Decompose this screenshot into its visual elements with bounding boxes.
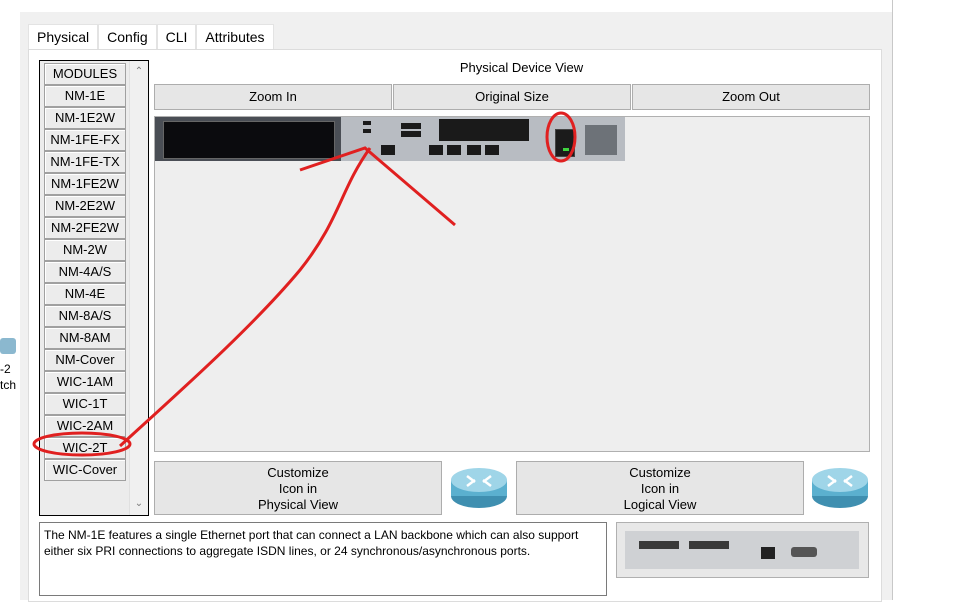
module-item[interactable]: WIC-2T <box>44 437 126 459</box>
tab-physical[interactable]: Physical <box>28 24 99 51</box>
chevron-down-icon[interactable]: ⌄ <box>134 499 144 509</box>
tab-cli[interactable]: CLI <box>156 24 197 49</box>
console-port <box>467 145 481 155</box>
ethernet-port <box>761 547 775 559</box>
customize-physical-line1: Customize <box>267 465 329 480</box>
wic-slot-large[interactable] <box>439 119 529 141</box>
device-label-line2: tch <box>0 378 17 392</box>
device-label-line1: -2 <box>0 362 11 376</box>
module-item[interactable]: NM-Cover <box>44 349 126 371</box>
router-icon <box>809 462 871 512</box>
aux-port <box>485 145 499 155</box>
module-item[interactable]: NM-1E2W <box>44 107 126 129</box>
module-item[interactable]: WIC-2AM <box>44 415 126 437</box>
serial-port <box>401 131 421 137</box>
module-preview-image <box>616 522 869 578</box>
module-item[interactable]: NM-8A/S <box>44 305 126 327</box>
modules-header[interactable]: MODULES <box>44 63 126 85</box>
module-item[interactable]: NM-2E2W <box>44 195 126 217</box>
module-slot <box>639 541 679 549</box>
customize-physical-line3: Physical View <box>258 497 338 512</box>
wic-slot[interactable] <box>363 129 371 133</box>
module-item[interactable]: NM-4A/S <box>44 261 126 283</box>
tab-bar: Physical Config CLI Attributes <box>28 24 274 51</box>
module-item[interactable]: NM-4E <box>44 283 126 305</box>
modules-scrollbar[interactable]: ⌃ ⌄ <box>129 61 148 515</box>
customize-physical-line2: Icon in <box>278 481 318 496</box>
router-icon <box>449 462 509 512</box>
physical-device-view-title: Physical Device View <box>459 60 584 75</box>
module-item[interactable]: WIC-1AM <box>44 371 126 393</box>
device-canvas <box>154 116 870 452</box>
customize-logical-line1: Customize <box>629 465 691 480</box>
module-item[interactable]: NM-2FE2W <box>44 217 126 239</box>
router-config-window: Physical Config CLI Attributes MODULES N… <box>20 0 893 602</box>
module-item[interactable]: NM-1FE2W <box>44 173 126 195</box>
tab-attributes[interactable]: Attributes <box>196 24 274 49</box>
physical-panel: MODULES NM-1E NM-1E2W NM-1FE-FX NM-1FE-T… <box>28 49 882 602</box>
module-item[interactable]: NM-1FE-FX <box>44 129 126 151</box>
power-socket <box>585 125 617 155</box>
router-chassis <box>155 117 625 161</box>
router-faceplate <box>341 117 625 161</box>
tab-config[interactable]: Config <box>98 24 157 49</box>
workspace-device-label: -2 tch <box>0 330 20 400</box>
zoom-out-button[interactable]: Zoom Out <box>632 84 870 110</box>
module-item[interactable]: NM-1E <box>44 85 126 107</box>
power-led <box>563 148 569 151</box>
power-switch[interactable] <box>555 129 575 157</box>
customize-logical-line2: Icon in <box>640 481 680 496</box>
module-slot <box>689 541 729 549</box>
module-item[interactable]: NM-8AM <box>44 327 126 349</box>
ethernet-port <box>429 145 443 155</box>
switch-icon <box>0 338 16 354</box>
ethernet-port <box>447 145 461 155</box>
serial-port <box>401 123 421 129</box>
modules-list: MODULES NM-1E NM-1E2W NM-1FE-FX NM-1FE-T… <box>39 60 149 516</box>
zoom-in-button[interactable]: Zoom In <box>154 84 392 110</box>
customize-logical-line3: Logical View <box>623 497 697 512</box>
module-item[interactable]: NM-1FE-TX <box>44 151 126 173</box>
module-faceplate <box>625 531 859 569</box>
ethernet-port <box>381 145 395 155</box>
customize-physical-button[interactable]: Customize Icon in Physical View <box>154 461 442 515</box>
wic-slot[interactable] <box>363 121 371 125</box>
module-description: The NM-1E features a single Ethernet por… <box>39 522 607 596</box>
customize-logical-button[interactable]: Customize Icon in Logical View <box>516 461 804 515</box>
empty-module-slot[interactable] <box>163 121 335 159</box>
serial-port <box>791 547 817 557</box>
chevron-up-icon[interactable]: ⌃ <box>134 67 144 77</box>
original-size-button[interactable]: Original Size <box>393 84 631 110</box>
module-item[interactable]: WIC-Cover <box>44 459 126 481</box>
module-item[interactable]: WIC-1T <box>44 393 126 415</box>
title-bar <box>20 0 892 12</box>
module-item[interactable]: NM-2W <box>44 239 126 261</box>
